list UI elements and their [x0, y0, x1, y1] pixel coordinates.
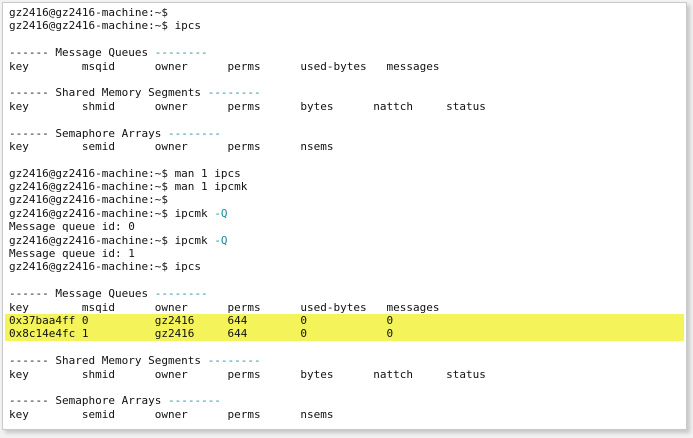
- line-text: gz2416@gz2416-machine:~$ ipcs: [9, 19, 202, 33]
- terminal-line: gz2416@gz2416-machine:~$ ipcmk -Q: [9, 234, 684, 247]
- line-text: key shmid owner perms bytes nattch statu…: [9, 99, 486, 113]
- line-text: key semid owner perms nsems: [9, 407, 334, 421]
- terminal-line: ------ Message Queues --------: [9, 46, 684, 59]
- terminal-line: key shmid owner perms bytes nattch statu…: [9, 368, 684, 381]
- terminal-line: Message queue id: 1: [9, 247, 684, 260]
- section-dashes: --------: [207, 86, 261, 100]
- terminal-line: ------ Semaphore Arrays --------: [9, 127, 684, 140]
- line-text: 0x37baa4ff 0 gz2416 644 0 0: [9, 313, 394, 327]
- terminal-line: gz2416@gz2416-machine:~$ ipcs: [9, 19, 684, 32]
- command-flag: -Q: [214, 233, 228, 247]
- line-text: key shmid owner perms bytes nattch statu…: [9, 367, 486, 381]
- line-text: gz2416@gz2416-machine:~$: [9, 6, 168, 19]
- terminal-line: gz2416@gz2416-machine:~$ man 1 ipcmk: [9, 180, 684, 193]
- line-text: gz2416@gz2416-machine:~$ man 1 ipcs: [9, 166, 241, 180]
- line-text: key msqid owner perms used-bytes message…: [9, 59, 440, 73]
- line-text: gz2416@gz2416-machine:~$ ipcs: [9, 260, 202, 274]
- line-text: Message queue id: 1: [9, 247, 135, 261]
- terminal-line: gz2416@gz2416-machine:~$ man 1 ipcs: [9, 167, 684, 180]
- line-text: gz2416@gz2416-machine:~$: [9, 193, 168, 207]
- line-text: Message queue id: 0: [9, 220, 135, 234]
- terminal-line: Message queue id: 0: [9, 220, 684, 233]
- terminal-line: key semid owner perms nsems: [9, 408, 684, 421]
- terminal-output[interactable]: gz2416@gz2416-machine:~$ gz2416@gz2416-ma…: [5, 6, 684, 421]
- line-text: key msqid owner perms used-bytes message…: [9, 300, 440, 314]
- terminal-line: ------ Semaphore Arrays --------: [9, 394, 684, 407]
- section-dashes: --------: [167, 394, 221, 408]
- command-flag: -Q: [214, 206, 228, 220]
- line-text: ------ Semaphore Arrays: [9, 394, 168, 408]
- terminal-line: ------ Shared Memory Segments --------: [9, 354, 684, 367]
- screenshot-frame: gz2416@gz2416-machine:~$ gz2416@gz2416-ma…: [2, 2, 687, 430]
- terminal-line: key semid owner perms nsems: [9, 140, 684, 153]
- line-text: ------ Shared Memory Segments: [9, 86, 208, 100]
- line-text: ------ Message Queues: [9, 46, 155, 60]
- section-dashes: --------: [167, 126, 221, 140]
- line-text: gz2416@gz2416-machine:~$ ipcmk: [9, 233, 215, 247]
- section-dashes: --------: [207, 354, 261, 368]
- terminal-line: key msqid owner perms used-bytes message…: [9, 60, 684, 73]
- section-dashes: --------: [154, 46, 208, 60]
- line-text: 0x8c14e4fc 1 gz2416 644 0 0: [9, 327, 394, 341]
- terminal-line: key msqid owner perms used-bytes message…: [9, 301, 684, 314]
- terminal-line: ------ Message Queues --------: [9, 287, 684, 300]
- line-text: ------ Shared Memory Segments: [9, 354, 208, 368]
- highlighted-queue-row: 0x8c14e4fc 1 gz2416 644 0 0: [5, 327, 684, 341]
- terminal-line: ------ Shared Memory Segments --------: [9, 86, 684, 99]
- terminal-line: gz2416@gz2416-machine:~$: [9, 193, 684, 206]
- line-text: ------ Message Queues: [9, 287, 155, 301]
- line-text: gz2416@gz2416-machine:~$ man 1 ipcmk: [9, 180, 248, 194]
- terminal-line: gz2416@gz2416-machine:~$ ipcs: [9, 260, 684, 273]
- terminal-line: key shmid owner perms bytes nattch statu…: [9, 100, 684, 113]
- highlighted-queue-row: 0x37baa4ff 0 gz2416 644 0 0: [5, 313, 684, 328]
- line-text: key semid owner perms nsems: [9, 139, 334, 153]
- line-text: gz2416@gz2416-machine:~$ ipcmk: [9, 206, 215, 220]
- terminal-line: gz2416@gz2416-machine:~$: [9, 6, 684, 19]
- terminal-line: gz2416@gz2416-machine:~$ ipcmk -Q: [9, 207, 684, 220]
- section-dashes: --------: [154, 287, 208, 301]
- line-text: ------ Semaphore Arrays: [9, 126, 168, 140]
